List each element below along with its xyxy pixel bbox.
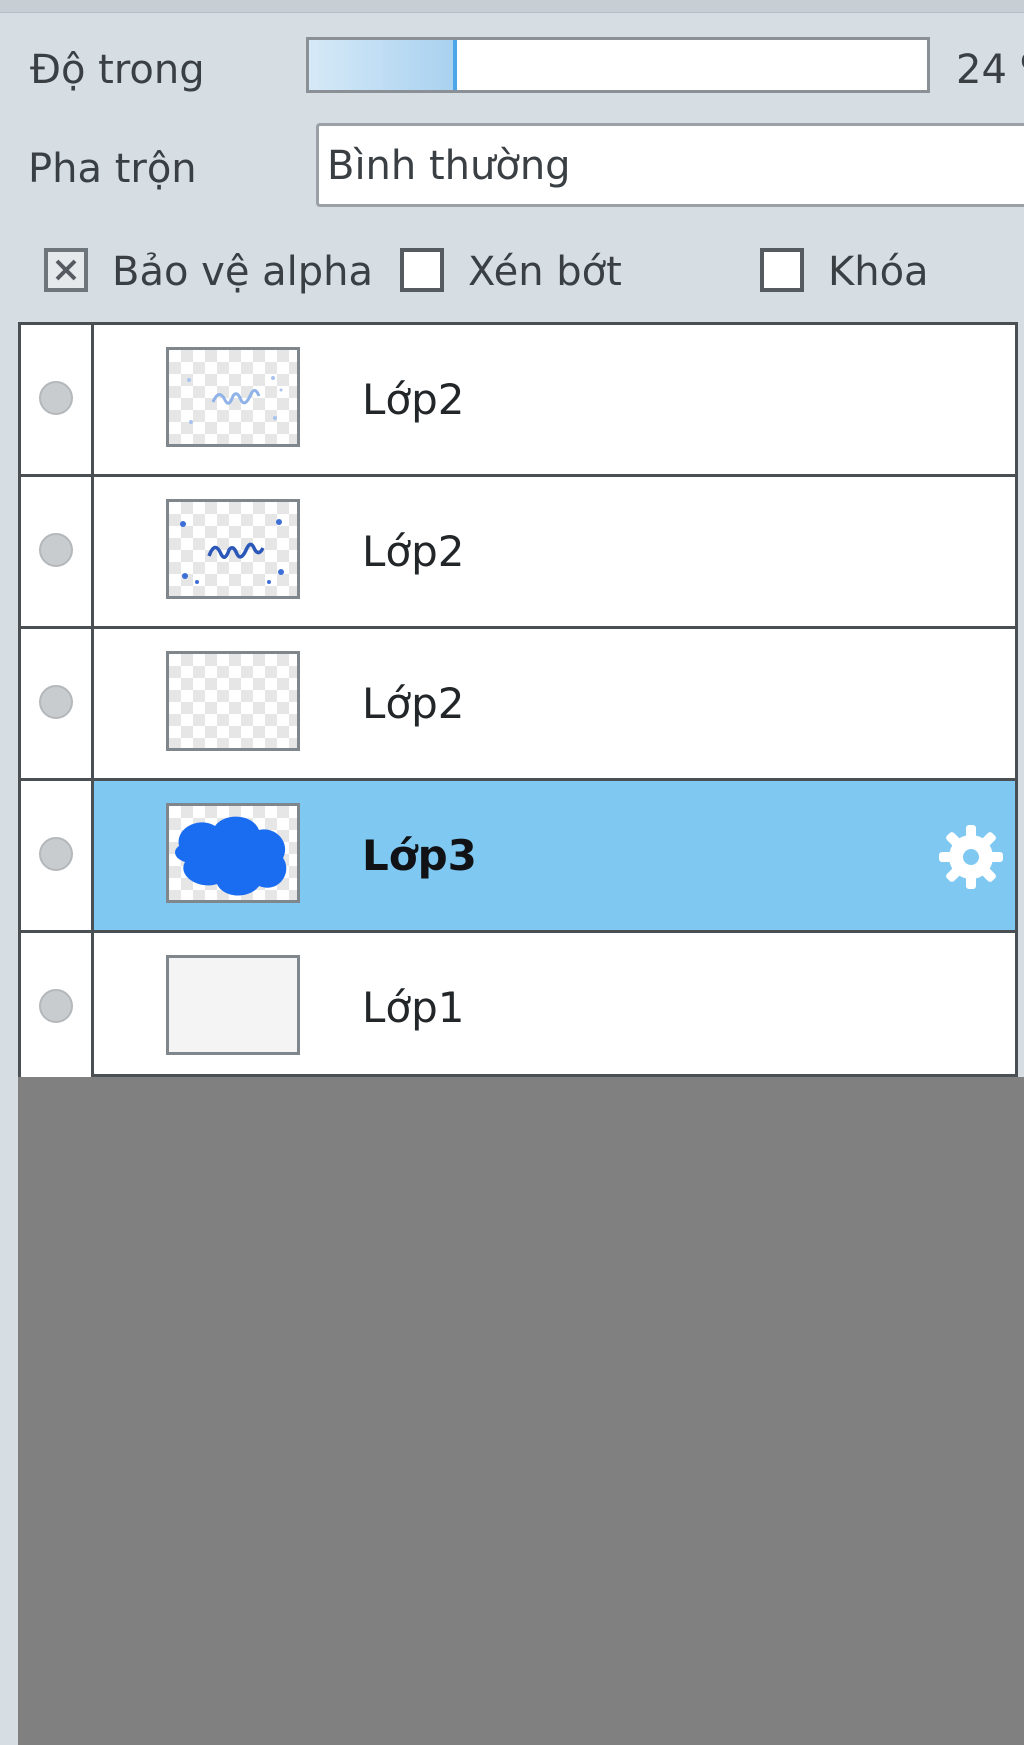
- protect-alpha-checkbox[interactable]: [44, 248, 88, 292]
- visibility-dot-icon: [39, 989, 73, 1023]
- visibility-dot-icon: [39, 381, 73, 415]
- opacity-label: Độ trong: [30, 47, 205, 93]
- opacity-slider[interactable]: [306, 37, 930, 93]
- protect-alpha-label: Bảo vệ alpha: [112, 249, 374, 295]
- layer-name: Lớp1: [362, 983, 465, 1032]
- visibility-dot-icon: [39, 685, 73, 719]
- layer-thumbnail: [166, 955, 300, 1055]
- panel-top-strip: [0, 0, 1024, 13]
- blend-mode-select[interactable]: Bình thường: [316, 123, 1024, 207]
- layer-body: Lớp2: [94, 325, 1015, 474]
- layer-body: Lớp3: [94, 781, 1015, 930]
- layer-body: Lớp2: [94, 477, 1015, 626]
- visibility-toggle[interactable]: [21, 933, 94, 1085]
- layer-name: Lớp2: [362, 679, 465, 728]
- opacity-slider-fill: [309, 40, 458, 90]
- layer-row[interactable]: Lớp2: [21, 477, 1015, 629]
- visibility-toggle[interactable]: [21, 781, 94, 930]
- layer-list: Lớp2 Lớp2 Lớp2 Lớp3 Lớp1: [18, 322, 1018, 1085]
- blend-mode-value: Bình thường: [327, 143, 571, 189]
- blend-mode-label: Pha trộn: [28, 146, 197, 192]
- gear-icon[interactable]: [933, 819, 1009, 895]
- layer-row[interactable]: Lớp2: [21, 629, 1015, 781]
- lock-checkbox[interactable]: [760, 248, 804, 292]
- layer-name: Lớp2: [362, 375, 465, 424]
- layer-row-selected[interactable]: Lớp3: [21, 781, 1015, 933]
- layer-name: Lớp2: [362, 527, 465, 576]
- visibility-toggle[interactable]: [21, 629, 94, 778]
- layer-thumbnail: [166, 803, 300, 903]
- layer-thumbnail: [166, 499, 300, 599]
- visibility-toggle[interactable]: [21, 325, 94, 474]
- clipping-label: Xén bớt: [468, 249, 622, 295]
- checkbox-x-icon: [55, 259, 77, 281]
- layer-panel: Độ trong 24 % Pha trộn Bình thường Bảo v…: [0, 0, 1024, 1745]
- layer-list-empty-area: [18, 1077, 1024, 1745]
- layer-thumbnail: [166, 347, 300, 447]
- visibility-dot-icon: [39, 533, 73, 567]
- layer-name: Lớp3: [362, 831, 477, 880]
- layer-row[interactable]: Lớp1: [21, 933, 1015, 1085]
- lock-label: Khóa: [828, 249, 929, 295]
- layer-body: Lớp2: [94, 629, 1015, 778]
- visibility-dot-icon: [39, 837, 73, 871]
- layer-row[interactable]: Lớp2: [21, 325, 1015, 477]
- layer-body: Lớp1: [94, 933, 1015, 1085]
- opacity-value: 24 %: [956, 47, 1024, 93]
- visibility-toggle[interactable]: [21, 477, 94, 626]
- layer-thumbnail: [166, 651, 300, 751]
- clipping-checkbox[interactable]: [400, 248, 444, 292]
